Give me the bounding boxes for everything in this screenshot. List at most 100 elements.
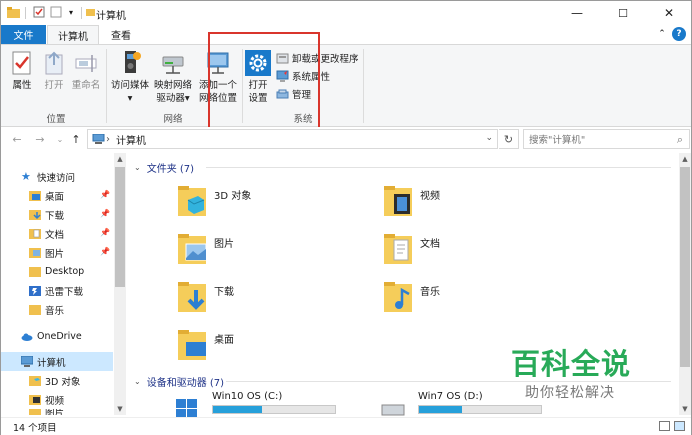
documents-folder-icon (29, 229, 41, 239)
address-dropdown-chevron-icon[interactable]: ⌄ (485, 133, 493, 143)
folders-section-header[interactable]: ⌄ 文件夹 (7) (134, 159, 194, 175)
map-drive-label-line1: 映射网络 (153, 80, 192, 91)
forward-arrow-icon[interactable]: → (33, 132, 47, 146)
scroll-up-arrow-icon[interactable]: ▲ (679, 153, 691, 165)
refresh-button[interactable]: ↻ (499, 129, 519, 149)
dropdown-arrow-icon: ▾ (127, 93, 133, 104)
large-icons-view-icon[interactable] (674, 421, 685, 431)
scroll-up-arrow-icon[interactable]: ▲ (114, 153, 126, 165)
highlight-box (208, 32, 320, 132)
nav-item-desktop-en[interactable]: Desktop (1, 262, 113, 281)
thunder-folder-icon (29, 286, 41, 296)
address-path[interactable]: 计算机 (116, 132, 146, 147)
title-bar: ▾ 计算机 — ☐ ✕ (1, 1, 691, 25)
drive-usage-bar (418, 405, 542, 414)
rename-label: 重命名 (71, 80, 101, 91)
pin-icon[interactable]: 📌 (100, 247, 110, 256)
help-icon[interactable]: ? (672, 27, 686, 41)
devices-section-header[interactable]: ⌄ 设备和驱动器 (7) (134, 373, 224, 389)
nav-item-downloads[interactable]: 下载 📌 (1, 205, 113, 224)
folder-item-downloads[interactable]: 下载 (176, 275, 234, 319)
3d-objects-folder-icon (29, 376, 41, 386)
pin-icon[interactable]: 📌 (100, 228, 110, 237)
folder-icon (86, 7, 95, 19)
folder-icon (29, 267, 41, 277)
customize-quick-access-dropdown[interactable]: ▾ (64, 5, 78, 19)
nav-item-label: 音乐 (45, 305, 65, 317)
navigation-pane: ★ 快速访问 桌面 📌 下载 📌 文档 📌 图片 📌 Desktop 迅雷下载 … (1, 153, 127, 415)
access-media-button[interactable]: 访问媒体 ▾ (109, 49, 151, 105)
nav-item-3d-objects[interactable]: 3D 对象 (1, 371, 113, 390)
nav-item-label: 3D 对象 (45, 376, 81, 388)
collapse-chevron-icon[interactable]: ⌄ (134, 377, 141, 386)
folder-label: 图片 (214, 238, 234, 250)
tab-file[interactable]: 文件 (1, 25, 46, 44)
nav-item-label: 迅雷下载 (45, 286, 84, 298)
open-label: 打开 (44, 80, 64, 91)
nav-onedrive[interactable]: OneDrive (1, 327, 113, 346)
downloads-folder-icon (29, 210, 41, 220)
chevron-up-icon[interactable]: ⌃ (655, 27, 669, 41)
maximize-button[interactable]: ☐ (600, 1, 646, 25)
nav-quick-access[interactable]: ★ 快速访问 (1, 167, 113, 186)
ribbon: 属性 打开 重命名 位置 访问媒体 ▾ 映射网络 驱动器▾ 添加一个 网络位置 网络 (1, 44, 691, 127)
folder-label: 桌面 (214, 334, 234, 346)
nav-scrollbar[interactable]: ▲ ▼ (114, 153, 126, 415)
tab-view[interactable]: 查看 (100, 25, 142, 44)
map-drive-label-line2: 驱动器 (156, 93, 185, 104)
folder-item-documents[interactable]: 文档 (382, 227, 440, 271)
desktop-folder-icon (29, 191, 41, 201)
up-arrow-icon[interactable]: ↑ (69, 132, 83, 146)
watermark-title: 百科全说 (511, 347, 632, 381)
recent-locations-chevron-icon[interactable]: ⌄ (53, 132, 67, 146)
rename-button[interactable]: 重命名 (69, 49, 103, 92)
folder-item-desktop[interactable]: 桌面 (176, 323, 234, 367)
content-scrollbar[interactable]: ▲ ▼ (679, 153, 691, 415)
back-arrow-icon[interactable]: ← (10, 132, 24, 146)
divider (25, 7, 26, 19)
folder-item-3d-objects[interactable]: 3D 对象 (176, 179, 251, 223)
address-bar[interactable]: › 计算机 ⌄ (87, 129, 498, 149)
drive-label: Win7 OS (D:) (418, 391, 483, 402)
open-button[interactable]: 打开 (39, 49, 69, 92)
details-view-icon[interactable] (659, 421, 670, 431)
folder-item-music[interactable]: 音乐 (382, 275, 440, 319)
search-icon: ⌕ (676, 133, 683, 146)
collapse-chevron-icon[interactable]: ⌄ (134, 163, 141, 172)
watermark-subtitle: 助你轻松解决 (525, 385, 615, 401)
search-input[interactable]: 搜索"计算机" ⌕ (523, 129, 690, 149)
folder-item-pictures[interactable]: 图片 (176, 227, 234, 271)
nav-item-desktop[interactable]: 桌面 📌 (1, 186, 113, 205)
file-explorer-window: ▾ 计算机 — ☐ ✕ 文件 计算机 查看 ⌃ ? 属性 打开 重命名 位置 访… (0, 0, 692, 435)
scroll-down-arrow-icon[interactable]: ▼ (679, 403, 691, 415)
map-network-drive-button[interactable]: 映射网络 驱动器▾ (151, 49, 195, 105)
nav-this-pc[interactable]: 计算机 (1, 352, 113, 371)
nav-item-music[interactable]: 音乐 (1, 300, 113, 319)
nav-item-videos[interactable]: 视频 (1, 390, 113, 409)
pictures-folder-icon (178, 234, 207, 264)
nav-item-pictures[interactable]: 图片 📌 (1, 243, 113, 262)
properties-icon[interactable] (32, 5, 46, 19)
pin-icon[interactable]: 📌 (100, 209, 110, 218)
new-folder-icon[interactable] (49, 5, 63, 19)
nav-item-thunder-downloads[interactable]: 迅雷下载 (1, 281, 113, 300)
folders-header-label: 文件夹 (7) (146, 163, 195, 175)
nav-item-label: 图片 (45, 248, 65, 260)
nav-scrollbar-thumb[interactable] (115, 167, 125, 287)
content-scrollbar-thumb[interactable] (680, 167, 690, 367)
properties-button[interactable]: 属性 (7, 49, 37, 92)
folder-item-videos[interactable]: 视频 (382, 179, 440, 223)
nav-item-label: 图片 (45, 409, 65, 415)
nav-item-documents[interactable]: 文档 📌 (1, 224, 113, 243)
item-count: 14 个项目 (13, 422, 57, 434)
pin-icon[interactable]: 📌 (100, 190, 110, 199)
tab-computer[interactable]: 计算机 (47, 25, 99, 44)
scroll-down-arrow-icon[interactable]: ▼ (114, 403, 126, 415)
close-button[interactable]: ✕ (646, 1, 692, 25)
minimize-button[interactable]: — (554, 1, 600, 25)
nav-item-label: 文档 (45, 229, 65, 241)
properties-icon (12, 51, 31, 75)
nav-item-pictures-2[interactable]: 图片 (1, 409, 113, 415)
search-placeholder: 搜索"计算机" (529, 135, 586, 146)
desktop-folder-icon (178, 330, 206, 360)
